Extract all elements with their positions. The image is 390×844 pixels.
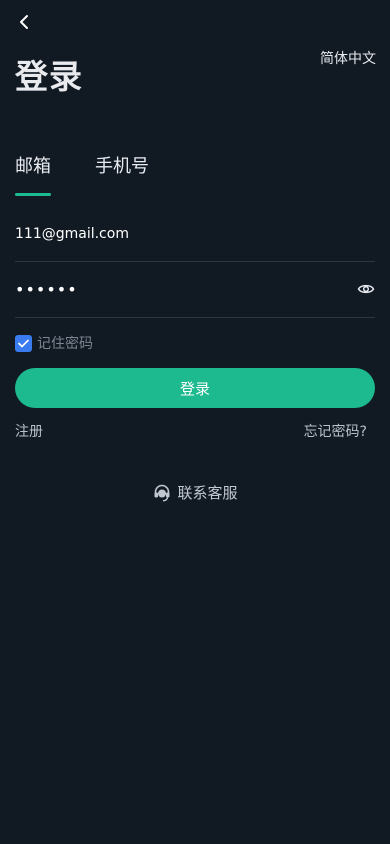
email-input[interactable] — [15, 206, 345, 261]
tab-phone[interactable]: 手机号 — [95, 152, 149, 196]
support-label: 联系客服 — [177, 484, 238, 502]
register-link[interactable]: 注册 — [15, 421, 43, 441]
headset-icon — [154, 484, 170, 501]
back-button[interactable] — [12, 10, 36, 34]
email-field-row — [15, 206, 375, 262]
contact-support-button[interactable]: 联系客服 — [0, 482, 390, 503]
login-screen: 简体中文 登录 邮箱 手机号 记住密码 登录 注册 忘记密码? — [0, 0, 390, 844]
password-field-row — [15, 262, 375, 318]
chevron-left-icon — [20, 15, 28, 29]
login-method-tabs: 邮箱 手机号 — [15, 152, 149, 196]
login-button[interactable]: 登录 — [15, 368, 375, 408]
remember-label: 记住密码 — [37, 336, 93, 352]
remember-password-toggle[interactable]: 记住密码 — [15, 333, 93, 353]
page-title: 登录 — [15, 57, 83, 96]
checkmark-icon — [18, 339, 29, 347]
password-input[interactable] — [15, 262, 345, 317]
remember-checkbox[interactable] — [15, 334, 32, 352]
eye-icon[interactable] — [357, 280, 375, 298]
language-selector[interactable]: 简体中文 — [320, 48, 376, 68]
tab-email[interactable]: 邮箱 — [15, 152, 51, 196]
forgot-password-link[interactable]: 忘记密码? — [304, 421, 367, 441]
